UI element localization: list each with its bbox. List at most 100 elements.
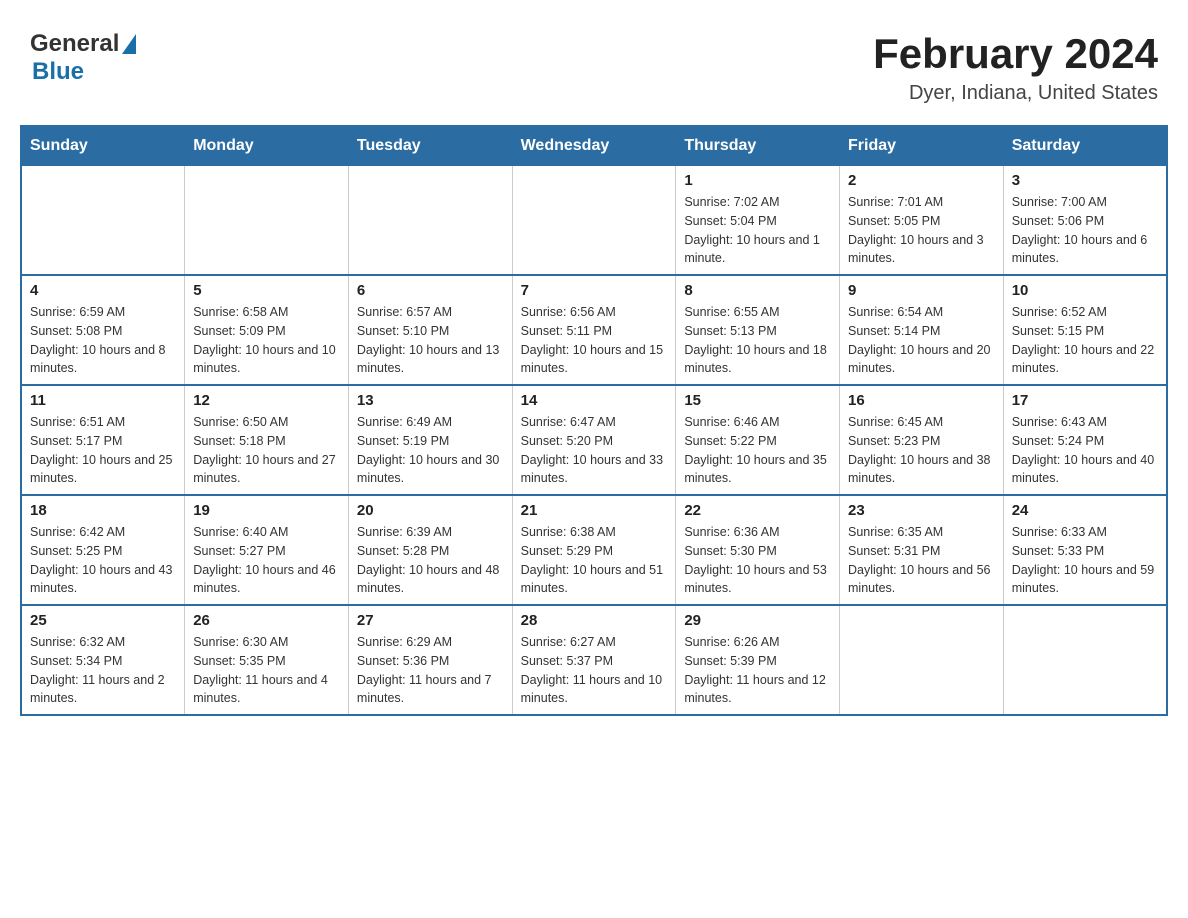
calendar-cell: 16 Sunrise: 6:45 AMSunset: 5:23 PMDayligh…: [840, 385, 1004, 495]
day-number: 5: [193, 282, 340, 299]
day-info: Sunrise: 6:45 AMSunset: 5:23 PMDaylight:…: [848, 413, 995, 488]
calendar-cell: 2 Sunrise: 7:01 AMSunset: 5:05 PMDaylight…: [840, 166, 1004, 276]
calendar-header-row: SundayMondayTuesdayWednesdayThursdayFrid…: [21, 126, 1167, 166]
day-number: 28: [521, 612, 668, 629]
calendar-day-header: Saturday: [1003, 126, 1167, 166]
calendar-week-row: 1Sunrise: 7:02 AMSunset: 5:04 PMDaylight…: [21, 166, 1167, 276]
calendar-cell: 3 Sunrise: 7:00 AMSunset: 5:06 PMDaylight…: [1003, 166, 1167, 276]
title-block: February 2024 Dyer, Indiana, United Stat…: [873, 30, 1158, 105]
calendar-day-header: Sunday: [21, 126, 185, 166]
day-info: Sunrise: 6:39 AMSunset: 5:28 PMDaylight:…: [357, 523, 504, 598]
day-number: 14: [521, 392, 668, 409]
day-number: 11: [30, 392, 176, 409]
calendar-cell: 1Sunrise: 7:02 AMSunset: 5:04 PMDaylight…: [676, 166, 840, 276]
day-info: Sunrise: 6:57 AMSunset: 5:10 PMDaylight:…: [357, 303, 504, 378]
calendar-cell: 23Sunrise: 6:35 AMSunset: 5:31 PMDayligh…: [840, 495, 1004, 605]
calendar-cell: 29 Sunrise: 6:26 AMSunset: 5:39 PMDayligh…: [676, 605, 840, 715]
day-info: Sunrise: 6:26 AMSunset: 5:39 PMDaylight:…: [684, 633, 831, 708]
logo-blue-text: Blue: [32, 58, 84, 86]
day-info: Sunrise: 6:59 AMSunset: 5:08 PMDaylight:…: [30, 303, 176, 378]
day-info: Sunrise: 6:55 AMSunset: 5:13 PMDaylight:…: [684, 303, 831, 378]
day-number: 15: [684, 392, 831, 409]
day-number: 27: [357, 612, 504, 629]
day-info: Sunrise: 6:47 AMSunset: 5:20 PMDaylight:…: [521, 413, 668, 488]
calendar-cell: 17 Sunrise: 6:43 AMSunset: 5:24 PMDayligh…: [1003, 385, 1167, 495]
calendar-cell: [1003, 605, 1167, 715]
calendar-day-header: Thursday: [676, 126, 840, 166]
day-number: 17: [1012, 392, 1158, 409]
day-number: 29: [684, 612, 831, 629]
day-info: Sunrise: 6:52 AMSunset: 5:15 PMDaylight:…: [1012, 303, 1158, 378]
calendar-cell: 8 Sunrise: 6:55 AMSunset: 5:13 PMDaylight…: [676, 275, 840, 385]
day-number: 7: [521, 282, 668, 299]
day-info: Sunrise: 6:40 AMSunset: 5:27 PMDaylight:…: [193, 523, 340, 598]
calendar-day-header: Wednesday: [512, 126, 676, 166]
day-info: Sunrise: 6:51 AMSunset: 5:17 PMDaylight:…: [30, 413, 176, 488]
calendar-cell: 12 Sunrise: 6:50 AMSunset: 5:18 PMDayligh…: [185, 385, 349, 495]
calendar-cell: [348, 166, 512, 276]
calendar-cell: 20Sunrise: 6:39 AMSunset: 5:28 PMDayligh…: [348, 495, 512, 605]
calendar-cell: 22Sunrise: 6:36 AMSunset: 5:30 PMDayligh…: [676, 495, 840, 605]
calendar-cell: [840, 605, 1004, 715]
day-number: 18: [30, 502, 176, 519]
day-info: Sunrise: 6:58 AMSunset: 5:09 PMDaylight:…: [193, 303, 340, 378]
calendar-cell: 9Sunrise: 6:54 AMSunset: 5:14 PMDaylight…: [840, 275, 1004, 385]
calendar-cell: 6Sunrise: 6:57 AMSunset: 5:10 PMDaylight…: [348, 275, 512, 385]
calendar-week-row: 18 Sunrise: 6:42 AMSunset: 5:25 PMDayligh…: [21, 495, 1167, 605]
calendar-cell: 14 Sunrise: 6:47 AMSunset: 5:20 PMDayligh…: [512, 385, 676, 495]
day-info: Sunrise: 6:43 AMSunset: 5:24 PMDaylight:…: [1012, 413, 1158, 488]
calendar-cell: 24 Sunrise: 6:33 AMSunset: 5:33 PMDayligh…: [1003, 495, 1167, 605]
day-info: Sunrise: 6:33 AMSunset: 5:33 PMDaylight:…: [1012, 523, 1158, 598]
calendar-cell: 28 Sunrise: 6:27 AMSunset: 5:37 PMDayligh…: [512, 605, 676, 715]
calendar-cell: 18 Sunrise: 6:42 AMSunset: 5:25 PMDayligh…: [21, 495, 185, 605]
day-number: 8: [684, 282, 831, 299]
calendar-cell: [21, 166, 185, 276]
day-number: 13: [357, 392, 504, 409]
calendar-cell: 15 Sunrise: 6:46 AMSunset: 5:22 PMDayligh…: [676, 385, 840, 495]
day-info: Sunrise: 6:50 AMSunset: 5:18 PMDaylight:…: [193, 413, 340, 488]
day-number: 10: [1012, 282, 1158, 299]
calendar-cell: 26 Sunrise: 6:30 AMSunset: 5:35 PMDayligh…: [185, 605, 349, 715]
day-info: Sunrise: 6:32 AMSunset: 5:34 PMDaylight:…: [30, 633, 176, 708]
calendar-cell: 11 Sunrise: 6:51 AMSunset: 5:17 PMDayligh…: [21, 385, 185, 495]
page-header: General Blue February 2024 Dyer, Indiana…: [20, 20, 1168, 105]
calendar-cell: 19Sunrise: 6:40 AMSunset: 5:27 PMDayligh…: [185, 495, 349, 605]
calendar-cell: [512, 166, 676, 276]
calendar-week-row: 11 Sunrise: 6:51 AMSunset: 5:17 PMDayligh…: [21, 385, 1167, 495]
calendar-cell: 5 Sunrise: 6:58 AMSunset: 5:09 PMDaylight…: [185, 275, 349, 385]
day-number: 25: [30, 612, 176, 629]
day-number: 9: [848, 282, 995, 299]
day-number: 21: [521, 502, 668, 519]
calendar-cell: 10 Sunrise: 6:52 AMSunset: 5:15 PMDayligh…: [1003, 275, 1167, 385]
day-info: Sunrise: 6:30 AMSunset: 5:35 PMDaylight:…: [193, 633, 340, 708]
day-number: 26: [193, 612, 340, 629]
day-info: Sunrise: 6:49 AMSunset: 5:19 PMDaylight:…: [357, 413, 504, 488]
day-number: 4: [30, 282, 176, 299]
calendar-day-header: Monday: [185, 126, 349, 166]
calendar-day-header: Tuesday: [348, 126, 512, 166]
calendar-day-header: Friday: [840, 126, 1004, 166]
day-info: Sunrise: 6:27 AMSunset: 5:37 PMDaylight:…: [521, 633, 668, 708]
day-info: Sunrise: 6:46 AMSunset: 5:22 PMDaylight:…: [684, 413, 831, 488]
logo-general-text: General: [30, 30, 119, 58]
calendar-week-row: 4 Sunrise: 6:59 AMSunset: 5:08 PMDaylight…: [21, 275, 1167, 385]
day-info: Sunrise: 6:36 AMSunset: 5:30 PMDaylight:…: [684, 523, 831, 598]
logo-triangle-icon: [122, 34, 136, 54]
day-info: Sunrise: 6:29 AMSunset: 5:36 PMDaylight:…: [357, 633, 504, 708]
calendar-cell: 21Sunrise: 6:38 AMSunset: 5:29 PMDayligh…: [512, 495, 676, 605]
day-info: Sunrise: 6:56 AMSunset: 5:11 PMDaylight:…: [521, 303, 668, 378]
day-info: Sunrise: 6:42 AMSunset: 5:25 PMDaylight:…: [30, 523, 176, 598]
day-number: 3: [1012, 172, 1158, 189]
calendar-table: SundayMondayTuesdayWednesdayThursdayFrid…: [20, 125, 1168, 716]
day-info: Sunrise: 7:01 AMSunset: 5:05 PMDaylight:…: [848, 193, 995, 268]
calendar-cell: 4 Sunrise: 6:59 AMSunset: 5:08 PMDaylight…: [21, 275, 185, 385]
day-number: 24: [1012, 502, 1158, 519]
day-info: Sunrise: 7:00 AMSunset: 5:06 PMDaylight:…: [1012, 193, 1158, 268]
calendar-cell: 7 Sunrise: 6:56 AMSunset: 5:11 PMDaylight…: [512, 275, 676, 385]
logo: General Blue: [30, 30, 136, 86]
day-number: 1: [684, 172, 831, 189]
day-number: 16: [848, 392, 995, 409]
day-number: 12: [193, 392, 340, 409]
day-number: 2: [848, 172, 995, 189]
day-number: 23: [848, 502, 995, 519]
